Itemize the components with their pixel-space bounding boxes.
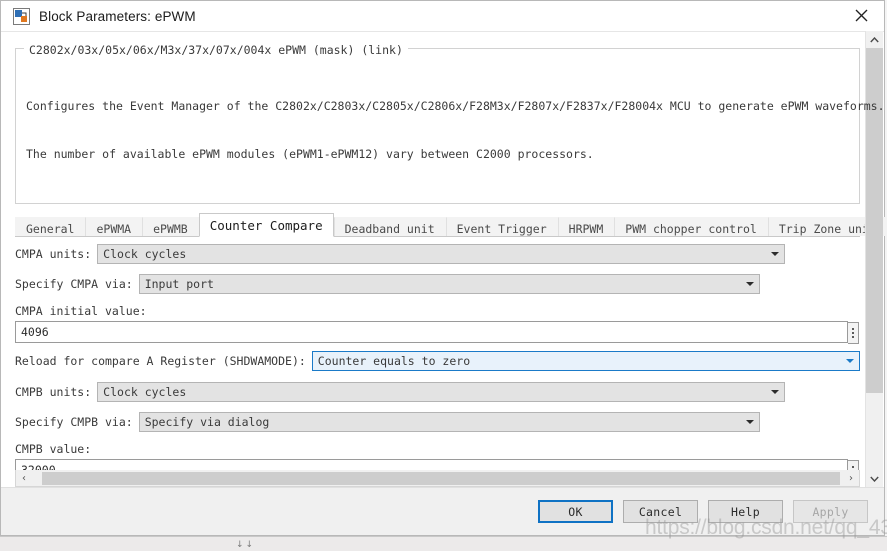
cmpb-value-input[interactable]: 32000 <box>15 459 848 470</box>
specify-cmpa-via-dropdown[interactable]: Input port <box>138 274 760 294</box>
simulink-block-icon <box>13 7 30 25</box>
window-title: Block Parameters: ePWM <box>39 8 196 24</box>
dialog-body: C2802x/03x/05x/06x/M3x/37x/07x/004x ePWM… <box>1 32 887 487</box>
horizontal-scroll-thumb[interactable] <box>42 471 840 485</box>
scroll-left-icon[interactable]: ‹ <box>16 471 32 486</box>
description-line-1: Configures the Event Manager of the C280… <box>26 99 885 113</box>
screen: ↓↓ Block Parameters: ePWM C2802x/03x/05x… <box>0 0 887 551</box>
scroll-right-icon[interactable]: › <box>843 471 859 486</box>
close-icon[interactable] <box>838 1 884 30</box>
specify-cmpb-via-dropdown[interactable]: Specify via dialog <box>138 412 760 432</box>
field-cmpa-initial-value: 4096 <box>15 321 860 344</box>
cmpb-units-value: Clock cycles <box>103 385 187 399</box>
cmpa-units-label: CMPA units: <box>15 247 92 261</box>
cmpa-initial-value-text: 4096 <box>21 325 49 339</box>
shdwamode-value: Counter equals to zero <box>317 354 471 368</box>
field-cmpb-value: 32000 <box>15 459 860 470</box>
field-specify-cmpb-via: Specify CMPB via: Specify via dialog <box>15 412 848 432</box>
ok-button[interactable]: OK <box>538 500 613 523</box>
chevron-down-icon <box>846 359 854 363</box>
background-marks: ↓↓ <box>236 540 256 550</box>
description-group: C2802x/03x/05x/06x/M3x/37x/07x/004x ePWM… <box>15 41 885 204</box>
description-body: Configures the Event Manager of the C280… <box>15 59 885 204</box>
horizontal-scroll-track[interactable] <box>32 471 843 486</box>
cmpa-units-dropdown[interactable]: Clock cycles <box>97 244 786 264</box>
help-button[interactable]: Help <box>708 500 783 523</box>
tab-pwm-chopper-control[interactable]: PWM chopper control <box>614 217 768 236</box>
field-cmpa-units: CMPA units: Clock cycles <box>15 244 848 264</box>
tab-deadband-unit[interactable]: Deadband unit <box>333 217 446 236</box>
cmpa-initial-value-label: CMPA initial value: <box>15 304 147 318</box>
tab-general[interactable]: General <box>15 217 86 236</box>
horizontal-scrollbar[interactable]: ‹ › <box>15 470 860 487</box>
cmpb-value-expand-icon[interactable] <box>848 460 859 470</box>
chevron-down-icon <box>771 390 780 394</box>
field-specify-cmpa-via: Specify CMPA via: Input port <box>15 274 848 294</box>
specify-cmpb-via-label: Specify CMPB via: <box>15 415 133 429</box>
specify-cmpa-via-value: Input port <box>144 277 214 291</box>
tab-epwma[interactable]: ePWMA <box>85 217 143 236</box>
cmpa-initial-value-label-row: CMPA initial value: <box>15 301 147 321</box>
dialog-button-bar: OK Cancel Help Apply <box>1 487 884 535</box>
description-line-2: The number of available ePWM modules (eP… <box>26 147 594 161</box>
field-shdwamode: Reload for compare A Register (SHDWAMODE… <box>15 351 860 371</box>
tab-hrpwm[interactable]: HRPWM <box>557 217 615 236</box>
tab-event-trigger[interactable]: Event Trigger <box>445 217 558 236</box>
shdwamode-label: Reload for compare A Register (SHDWAMODE… <box>15 354 306 368</box>
apply-button: Apply <box>793 500 868 523</box>
specify-cmpb-via-value: Specify via dialog <box>144 415 270 429</box>
scroll-down-icon[interactable] <box>866 470 883 487</box>
specify-cmpa-via-label: Specify CMPA via: <box>15 277 133 291</box>
field-cmpb-units: CMPB units: Clock cycles <box>15 382 848 402</box>
title-bar: Block Parameters: ePWM <box>1 1 884 32</box>
shdwamode-dropdown[interactable]: Counter equals to zero <box>311 351 860 371</box>
cmpa-initial-value-input[interactable]: 4096 <box>15 321 848 343</box>
cmpb-units-dropdown[interactable]: Clock cycles <box>97 382 786 402</box>
block-parameters-dialog: Block Parameters: ePWM C2802x/03x/05x/06… <box>0 0 887 536</box>
scroll-up-icon[interactable] <box>866 31 883 48</box>
chevron-down-icon <box>745 282 754 286</box>
tab-counter-compare[interactable]: Counter Compare <box>198 213 334 237</box>
cancel-button[interactable]: Cancel <box>623 500 698 523</box>
counter-compare-panel: CMPA units: Clock cycles Specify CMPA vi… <box>15 237 860 470</box>
description-legend: C2802x/03x/05x/06x/M3x/37x/07x/004x ePWM… <box>24 43 408 57</box>
cmpa-initial-value-expand-icon[interactable] <box>848 322 859 344</box>
background-taskbar <box>0 536 887 551</box>
chevron-down-icon <box>771 252 780 256</box>
tab-bar: General ePWMA ePWMB Counter Compare Dead… <box>15 212 887 237</box>
cmpb-value-label-row: CMPB value: <box>15 439 91 459</box>
cmpb-value-label: CMPB value: <box>15 442 92 456</box>
chevron-down-icon <box>745 420 754 424</box>
tab-epwmb[interactable]: ePWMB <box>142 217 199 236</box>
cmpb-value-text: 32000 <box>21 463 56 470</box>
cmpb-units-label: CMPB units: <box>15 385 92 399</box>
cmpa-units-value: Clock cycles <box>103 247 187 261</box>
